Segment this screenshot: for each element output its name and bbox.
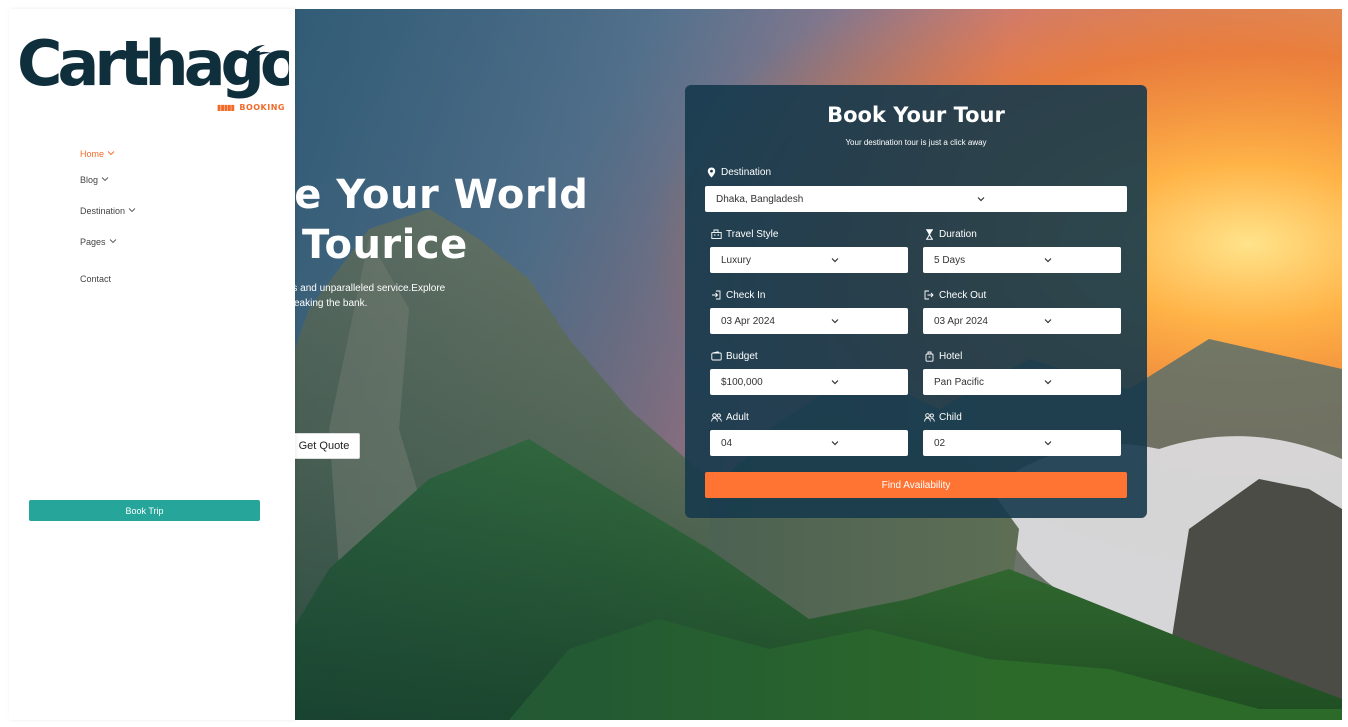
logo-subtitle-text: BOOKING — [239, 103, 285, 112]
nav-item-home[interactable]: Home — [80, 149, 115, 159]
get-quote-button[interactable]: Get Quote — [288, 433, 360, 459]
hotel-label-text: Hotel — [939, 350, 963, 362]
building-icon — [710, 228, 722, 240]
check-in-value: 03 Apr 2024 — [721, 315, 775, 327]
duration-label-text: Duration — [939, 228, 977, 240]
adult-select[interactable]: 04 — [710, 430, 908, 456]
nav-item-label: Contact — [80, 274, 112, 284]
chevron-down-icon — [107, 150, 115, 158]
budget-label: Budget — [710, 350, 758, 362]
adult-value: 04 — [721, 437, 733, 449]
chevron-down-icon — [1044, 258, 1052, 263]
child-value: 02 — [934, 437, 946, 449]
wallet-icon — [710, 350, 722, 362]
hero-title-line2: Tourice — [302, 222, 468, 268]
logo-subtitle: ▮▮▮▮▮ BOOKING — [217, 103, 285, 112]
chevron-down-icon — [1044, 441, 1052, 446]
carthago-logo-mark: Carthago — [17, 27, 289, 100]
chevron-down-icon — [128, 207, 136, 215]
nav-item-contact[interactable]: Contact — [80, 274, 111, 284]
chevron-down-icon — [831, 319, 839, 324]
booking-title: Book Your Tour — [827, 103, 1005, 127]
check-out-label-text: Check Out — [939, 289, 987, 301]
hero-subtitle-line2: eaking the bank. — [294, 298, 368, 309]
budget-select[interactable]: $100,000 — [710, 369, 908, 395]
check-in-label: Check In — [710, 289, 765, 301]
hotel-label: Hotel — [923, 350, 962, 362]
chevron-down-icon — [831, 441, 839, 446]
travel-style-label: Travel Style — [710, 228, 778, 240]
chevron-down-icon — [977, 197, 985, 202]
carthago-logo[interactable]: Carthago ▮▮▮▮▮ BOOKING — [17, 23, 289, 123]
child-label-text: Child — [939, 411, 962, 423]
chevron-down-icon — [831, 258, 839, 263]
hotel-value: Pan Pacific — [934, 376, 985, 388]
travel-style-select[interactable]: Luxury — [710, 247, 908, 273]
check-in-select[interactable]: 03 Apr 2024 — [710, 308, 908, 334]
check-in-label-text: Check In — [726, 289, 766, 301]
duration-label: Duration — [923, 228, 977, 240]
users-icon — [923, 411, 935, 423]
logo-bars-icon: ▮▮▮▮▮ — [217, 103, 235, 112]
budget-value: $100,000 — [721, 376, 763, 388]
child-select[interactable]: 02 — [923, 430, 1121, 456]
check-out-value: 03 Apr 2024 — [934, 315, 988, 327]
destination-label-text: Destination — [721, 166, 772, 178]
duration-select[interactable]: 5 Days — [923, 247, 1121, 273]
nav-item-label: Destination — [80, 206, 126, 216]
nav-item-label: Home — [80, 149, 105, 159]
check-out-select[interactable]: 03 Apr 2024 — [923, 308, 1121, 334]
side-menu-panel: Carthago ▮▮▮▮▮ BOOKING Home Blog Destina… — [9, 9, 295, 720]
chevron-down-icon — [1044, 380, 1052, 385]
duration-value: 5 Days — [934, 254, 966, 266]
hourglass-icon — [923, 228, 935, 240]
map-pin-icon — [705, 166, 717, 178]
logout-icon — [923, 289, 935, 301]
nav-item-blog[interactable]: Blog — [80, 175, 109, 185]
nav-item-destination[interactable]: Destination — [80, 206, 136, 216]
child-label: Child — [923, 411, 962, 423]
chevron-down-icon — [109, 238, 117, 246]
hero-title: ore Your World Tourice — [246, 170, 706, 270]
destination-select[interactable]: Dhaka, Bangladesh — [705, 186, 1127, 212]
chevron-down-icon — [101, 176, 109, 184]
booking-form-card: Book Your Tour Your destination tour is … — [685, 85, 1147, 518]
hero-title-line1: ore Your World — [246, 172, 589, 218]
destination-label: Destination — [705, 166, 771, 178]
chevron-down-icon — [831, 380, 839, 385]
travel-style-label-text: Travel Style — [726, 228, 779, 240]
booking-subtitle: Your destination tour is just a click aw… — [845, 138, 987, 147]
budget-label-text: Budget — [726, 350, 758, 362]
destination-value: Dhaka, Bangladesh — [716, 193, 804, 205]
adult-label: Adult — [710, 411, 749, 423]
nav-item-label: Blog — [80, 175, 99, 185]
adult-label-text: Adult — [726, 411, 749, 423]
nav-item-label: Pages — [80, 237, 106, 247]
find-availability-button[interactable]: Find Availability — [705, 472, 1127, 498]
check-out-label: Check Out — [923, 289, 986, 301]
users-icon — [710, 411, 722, 423]
book-trip-button[interactable]: Book Trip — [29, 500, 260, 521]
chevron-down-icon — [1044, 319, 1052, 324]
hotel-icon — [923, 350, 935, 362]
hotel-select[interactable]: Pan Pacific — [923, 369, 1121, 395]
login-icon — [710, 289, 722, 301]
nav-item-pages[interactable]: Pages — [80, 237, 117, 247]
travel-style-value: Luxury — [721, 254, 752, 266]
